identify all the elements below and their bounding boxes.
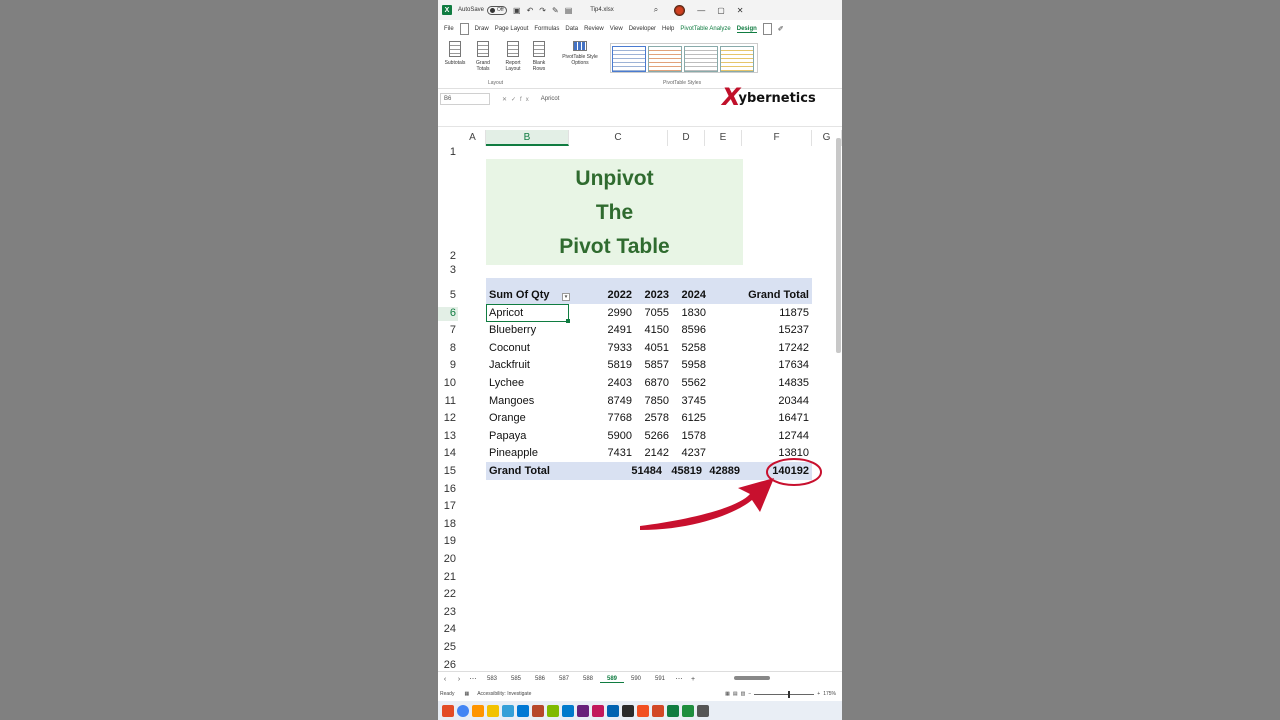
taskbar — [438, 701, 842, 720]
add-sheet-icon[interactable]: + — [686, 676, 700, 683]
zoom-out-icon[interactable]: − — [748, 691, 751, 697]
more-sheets-right-icon[interactable]: ⋯ — [672, 675, 686, 683]
misc-app-icon[interactable] — [697, 704, 709, 717]
annotation-arrow — [640, 478, 774, 530]
macro-icon[interactable]: ▦ — [464, 691, 469, 697]
accessibility-status[interactable]: Accessibility: Investigate — [477, 691, 531, 697]
zoom-slider[interactable] — [754, 690, 815, 698]
media-player-icon[interactable] — [592, 704, 604, 717]
zoom-level[interactable]: 175% — [823, 691, 836, 697]
status-bar: Ready ▦ Accessibility: Investigate ▦ ▤ ▥… — [438, 688, 842, 700]
sheet-tab-590[interactable]: 590 — [624, 676, 648, 683]
zoom-controls: ▦ ▤ ▥ − + 175% — [725, 690, 836, 698]
notepad-icon[interactable] — [547, 704, 559, 717]
sheet-tab-587[interactable]: 587 — [552, 676, 576, 683]
vscode-icon[interactable] — [562, 704, 574, 717]
file-explorer-icon[interactable] — [487, 704, 499, 717]
zoom-in-icon[interactable]: + — [817, 691, 820, 697]
sheets-icon[interactable] — [682, 704, 694, 717]
sheet-tab-583[interactable]: 583 — [480, 676, 504, 683]
annotation-overlay — [640, 458, 822, 530]
horizontal-scrollbar[interactable] — [734, 676, 770, 680]
zoom-thumb[interactable] — [788, 690, 791, 698]
sheet-list: 583 585 586 587 588 589 590 591 — [480, 675, 672, 683]
sheet-tab-591[interactable]: 591 — [648, 676, 672, 683]
sheet-tab-585[interactable]: 585 — [504, 676, 528, 683]
normal-view-icon[interactable]: ▦ — [725, 691, 730, 697]
next-sheet-icon[interactable]: › — [452, 676, 466, 683]
sheet-tab-586[interactable]: 586 — [528, 676, 552, 683]
excel-taskbar-icon[interactable] — [667, 704, 679, 717]
firefox-icon[interactable] — [472, 704, 484, 717]
pdf-icon[interactable] — [652, 704, 664, 717]
chrome-icon[interactable] — [457, 704, 469, 717]
sheet-tab-bar: ‹ › ⋯ 583 585 586 587 588 589 590 591 ⋯ + — [438, 671, 842, 686]
page-layout-view-icon[interactable]: ▤ — [733, 691, 738, 697]
terminal-icon[interactable] — [622, 704, 634, 717]
store-icon[interactable] — [517, 704, 529, 717]
edge-icon[interactable] — [502, 704, 514, 717]
app-launcher-icon[interactable] — [442, 704, 454, 717]
sheet-tab-589[interactable]: 589 — [600, 675, 624, 683]
office-icon[interactable] — [637, 704, 649, 717]
prev-sheet-icon[interactable]: ‹ — [438, 676, 452, 683]
excel-window: X AutoSave Off ▣ ↶ ↷ ✎ ▤ Tip4.xlsx ⌕ — ▢… — [438, 0, 842, 720]
annotation-circle — [766, 458, 822, 486]
visual-studio-icon[interactable] — [577, 704, 589, 717]
vertical-scrollbar[interactable] — [836, 138, 841, 353]
snipping-icon[interactable] — [607, 704, 619, 717]
page-break-view-icon[interactable]: ▥ — [741, 691, 746, 697]
powerpoint-icon[interactable] — [532, 704, 544, 717]
status-ready: Ready — [440, 691, 455, 697]
more-sheets-icon[interactable]: ⋯ — [466, 675, 480, 683]
sheet-tab-588[interactable]: 588 — [576, 676, 600, 683]
